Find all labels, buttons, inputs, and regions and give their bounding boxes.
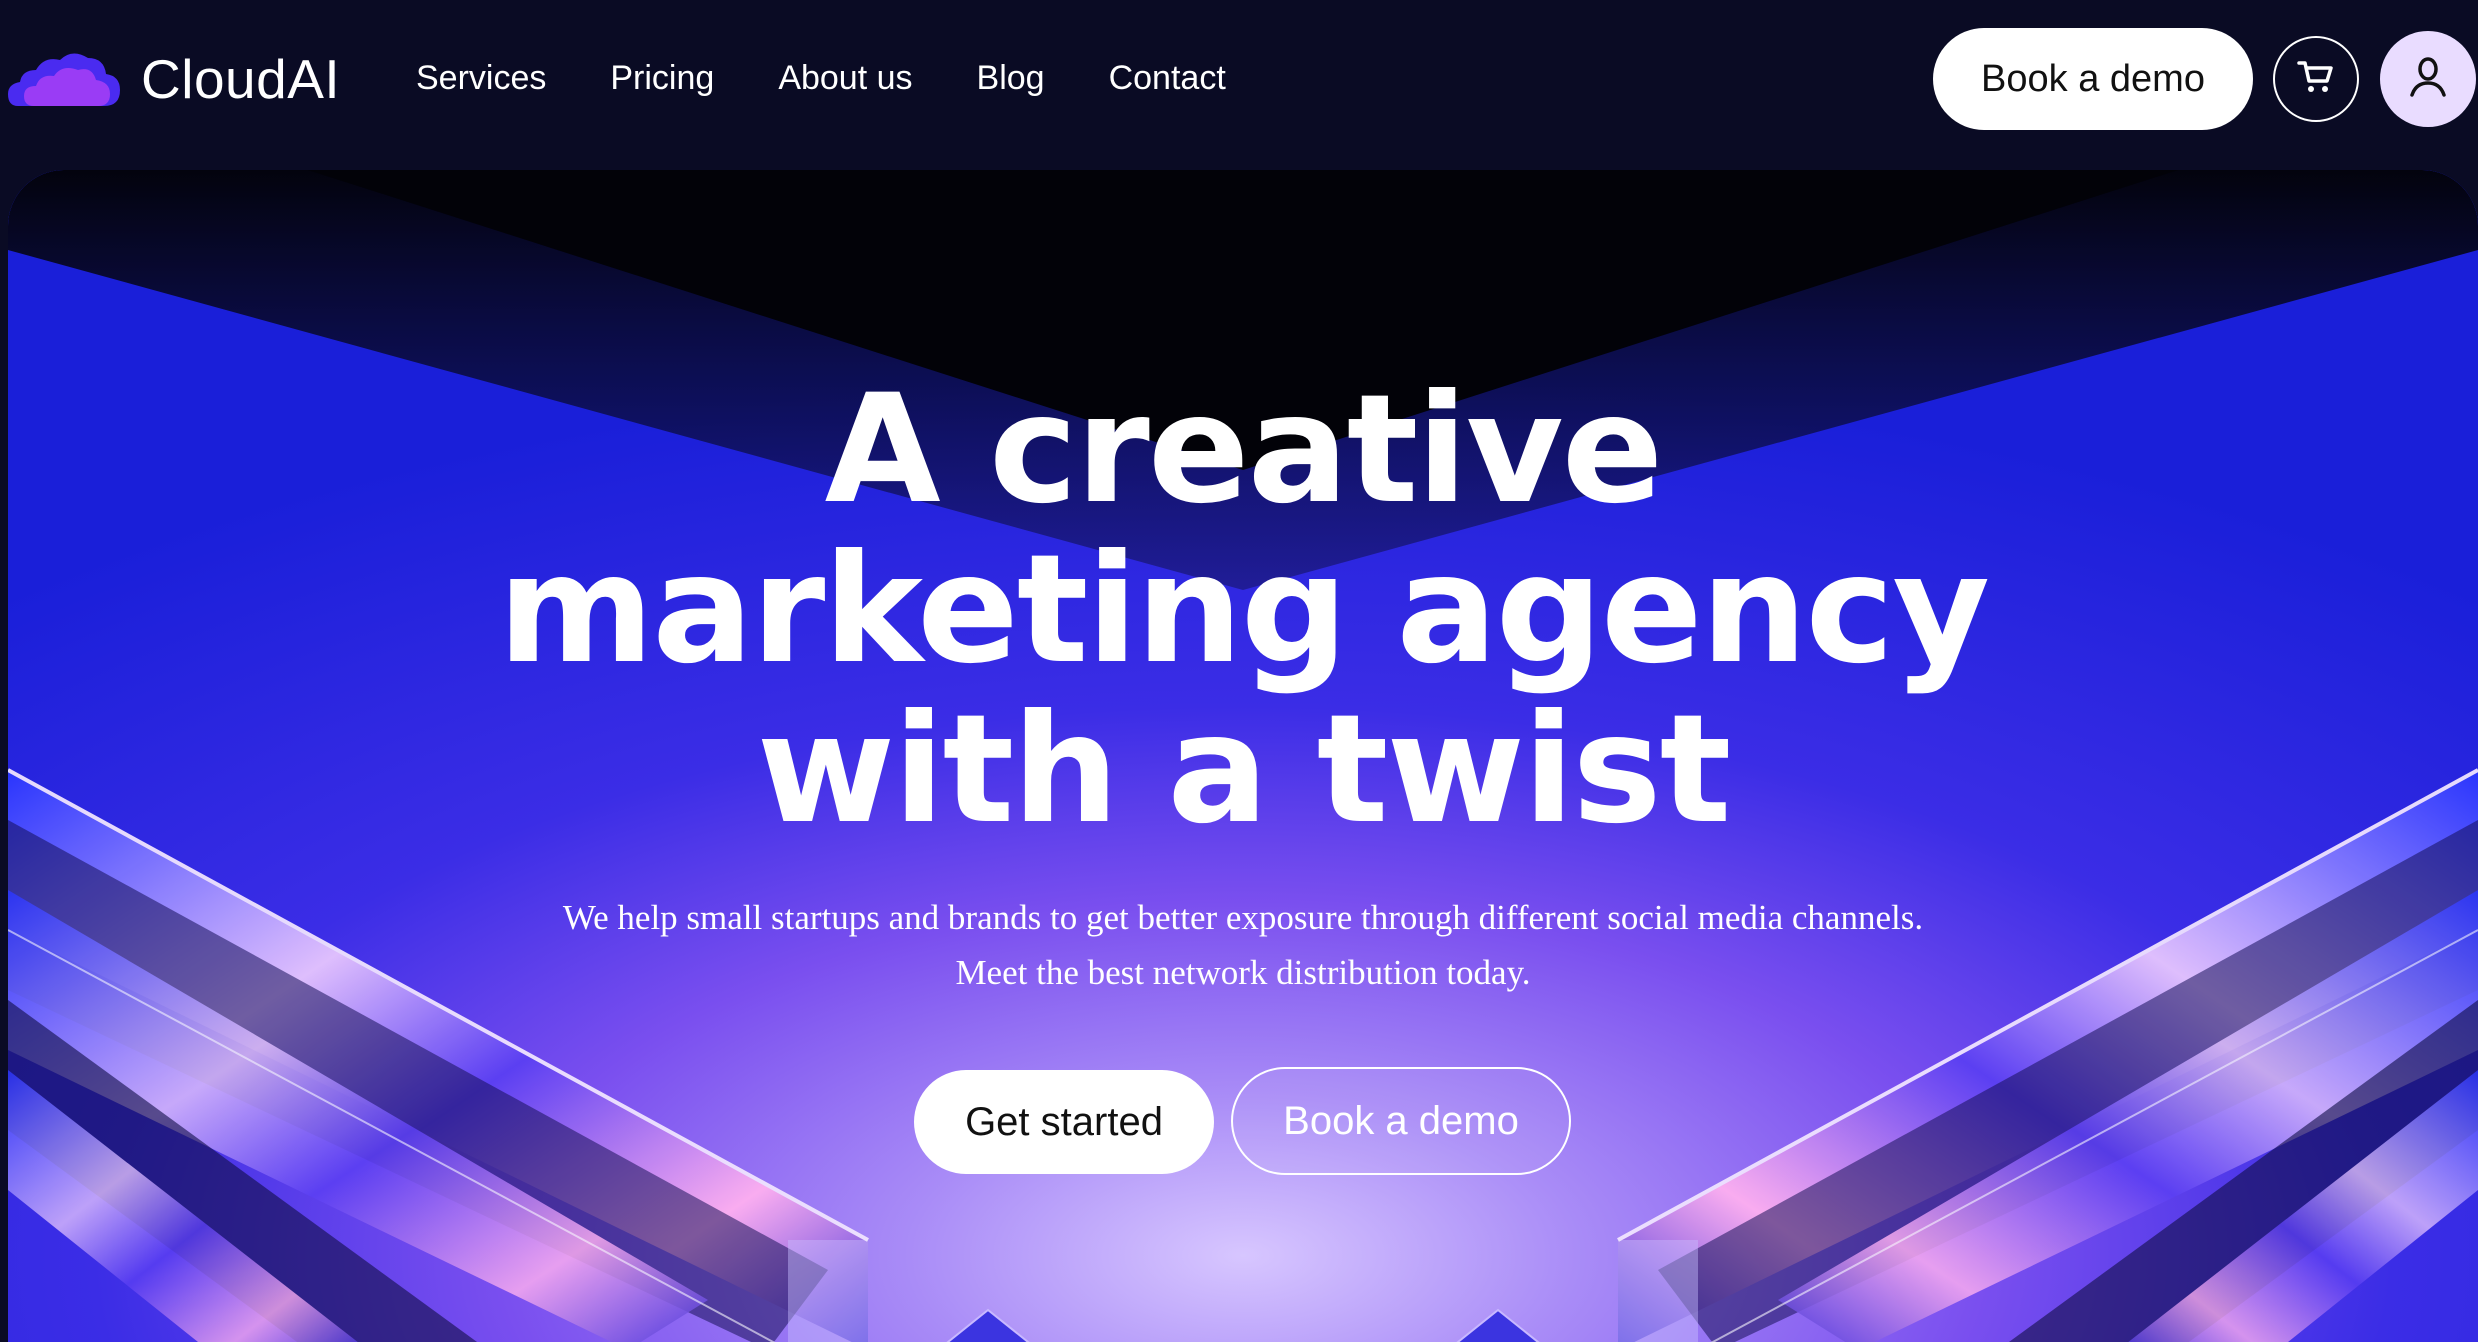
hero-subtitle-line-2: Meet the best network distribution today…	[955, 953, 1531, 992]
hero-section: A creative marketing agency with a twist…	[8, 170, 2478, 1342]
main-menu: Services Pricing About us Blog Contact	[416, 50, 1290, 106]
nav-link-blog[interactable]: Blog	[977, 50, 1045, 106]
nav-link-contact[interactable]: Contact	[1109, 50, 1226, 106]
hero-subtitle: We help small startups and brands to get…	[8, 890, 2478, 1000]
hero-title: A creative marketing agency with a twist	[8, 370, 2478, 850]
hero-book-demo-button[interactable]: Book a demo	[1231, 1067, 1571, 1175]
cloud-icon[interactable]	[8, 44, 120, 114]
hero-title-line-1: A creative	[824, 363, 1664, 537]
nav-link-services[interactable]: Services	[416, 50, 546, 106]
book-demo-button[interactable]: Book a demo	[1933, 28, 2253, 130]
cart-button[interactable]	[2273, 36, 2359, 122]
nav-link-pricing[interactable]: Pricing	[610, 50, 714, 106]
top-navigation: CloudAI Services Pricing About us Blog C…	[0, 0, 2478, 170]
hero-subtitle-line-1: We help small startups and brands to get…	[562, 898, 1924, 937]
nav-link-about[interactable]: About us	[778, 50, 912, 106]
hero-title-line-3: with a twist	[756, 683, 1732, 857]
brand-name[interactable]: CloudAI	[141, 44, 340, 114]
get-started-button[interactable]: Get started	[914, 1070, 1214, 1174]
cart-icon	[2296, 59, 2336, 100]
hero-title-line-2: marketing agency	[497, 523, 1990, 697]
user-icon	[2408, 55, 2448, 104]
account-button[interactable]	[2380, 31, 2476, 127]
